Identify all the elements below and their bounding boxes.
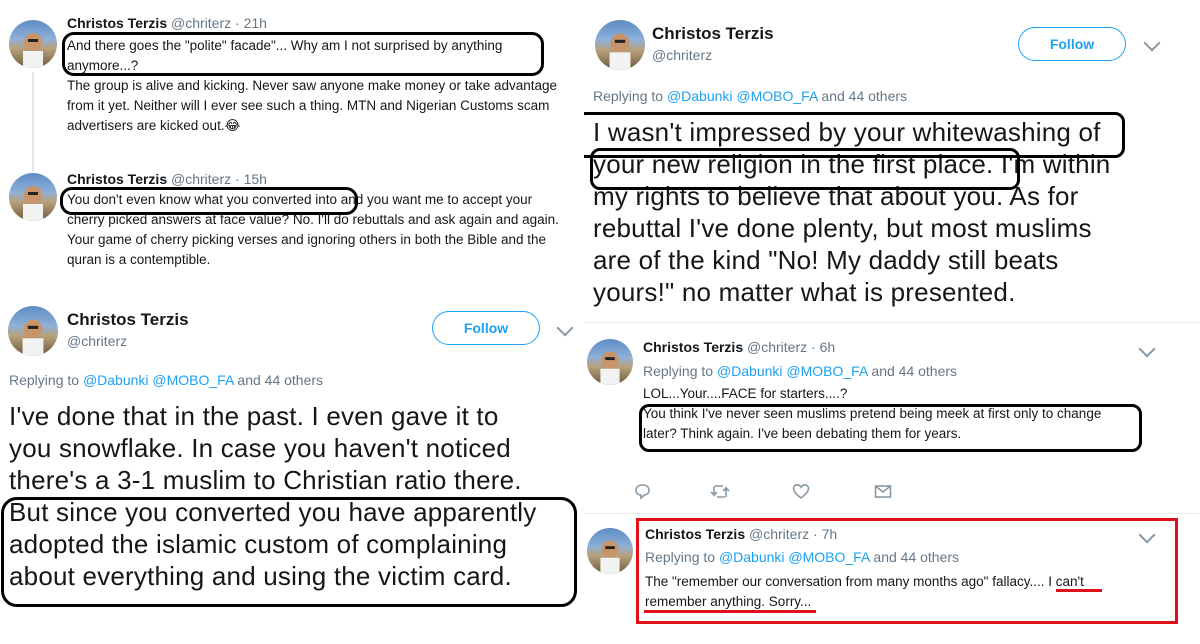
chevron-down-icon[interactable] xyxy=(1138,526,1156,544)
divider xyxy=(584,322,1200,323)
author-handle[interactable]: @chriterz xyxy=(652,47,712,63)
tweet-author[interactable]: Christos Terzis @chriterz · 7h xyxy=(645,526,837,542)
author-name[interactable]: Christos Terzis xyxy=(67,310,189,330)
chevron-down-icon[interactable] xyxy=(1138,340,1156,358)
avatar[interactable] xyxy=(587,528,633,574)
replying-to: Replying to @Dabunki @MOBO_FA and 44 oth… xyxy=(9,372,324,388)
replying-to: Replying to @Dabunki @MOBO_FA and 44 oth… xyxy=(643,363,958,379)
tweet-author[interactable]: Christos Terzis @chriterz · 15h xyxy=(67,171,267,187)
replying-to: Replying to @Dabunki @MOBO_FA and 44 oth… xyxy=(645,549,960,565)
mention-links[interactable]: @Dabunki @MOBO_FA xyxy=(83,372,234,388)
mention-links[interactable]: @Dabunki @MOBO_FA xyxy=(717,363,868,379)
avatar[interactable] xyxy=(9,173,57,221)
tweet-text: I wasn't impressed by your whitewashing … xyxy=(593,117,1111,307)
author-handle[interactable]: @chriterz xyxy=(67,333,127,349)
tweet-author[interactable]: Christos Terzis @chriterz · 6h xyxy=(643,339,835,355)
avatar[interactable] xyxy=(587,339,633,385)
tweet-text: I've done that in the past. I even gave … xyxy=(9,401,537,591)
chevron-down-icon[interactable] xyxy=(1143,34,1161,52)
tweet-body: LOL...Your....FACE for starters....? You… xyxy=(643,386,1102,441)
tweet-body: And there goes the "polite" facade"... W… xyxy=(67,38,558,133)
tweet-body: The "remember our conversation from many… xyxy=(645,574,1084,609)
chevron-down-icon[interactable] xyxy=(556,319,574,337)
follow-button[interactable]: Follow xyxy=(432,311,540,345)
right-screenshot-pane: Christos Terzis @chriterz Follow Replyin… xyxy=(584,0,1200,644)
reply-icon[interactable] xyxy=(634,483,651,505)
retweet-icon[interactable] xyxy=(710,483,730,505)
mention-links[interactable]: @Dabunki @MOBO_FA xyxy=(719,549,870,565)
message-icon[interactable] xyxy=(874,483,892,505)
like-icon[interactable] xyxy=(792,483,810,505)
avatar[interactable] xyxy=(9,20,57,68)
mention-links[interactable]: @Dabunki @MOBO_FA xyxy=(667,88,818,104)
left-screenshot-pane: Christos Terzis @chriterz · 21h And ther… xyxy=(0,0,580,644)
thread-line xyxy=(32,72,34,172)
tweet-author[interactable]: Christos Terzis @chriterz · 21h xyxy=(67,15,267,31)
avatar[interactable] xyxy=(8,306,58,356)
author-name[interactable]: Christos Terzis xyxy=(652,24,774,44)
avatar[interactable] xyxy=(595,20,645,70)
tweet-body: You don't even know what you converted i… xyxy=(67,192,559,267)
replying-to: Replying to @Dabunki @MOBO_FA and 44 oth… xyxy=(593,88,908,104)
follow-button[interactable]: Follow xyxy=(1018,27,1126,61)
divider xyxy=(584,513,1200,514)
